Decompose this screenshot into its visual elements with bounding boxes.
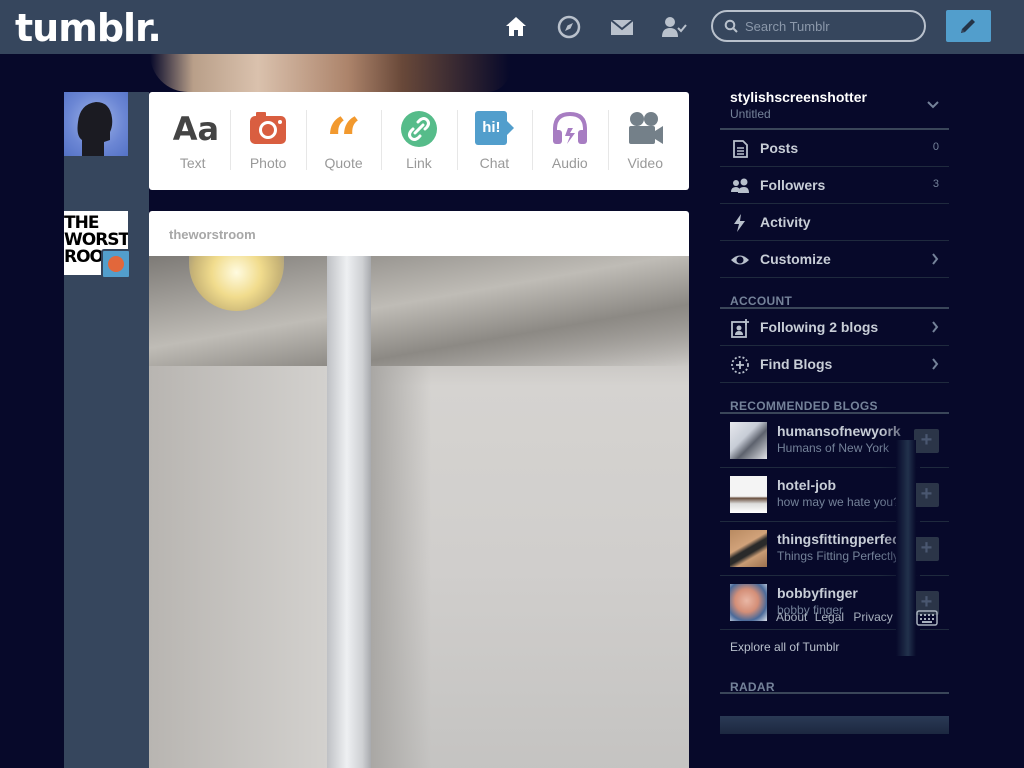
chat-icon-text: hi! (475, 111, 508, 145)
post-type-bar: Aa Text Photo “ Quote Link hi! Chat Audi… (149, 92, 689, 190)
dashboard-post: theworstroom (149, 211, 689, 768)
post-photo[interactable] (149, 256, 689, 768)
radar-post[interactable] (720, 716, 949, 734)
post-type-label: Video (627, 155, 664, 171)
silhouette-avatar-icon (77, 102, 113, 156)
post-type-chat[interactable]: hi! Chat (456, 92, 532, 190)
top-bar: tumblr. (0, 0, 1024, 54)
compose-button[interactable] (946, 10, 991, 42)
sidebar-item-posts[interactable]: Posts 0 (720, 130, 949, 167)
post-type-label: Photo (249, 155, 287, 171)
post-blog-name[interactable]: theworstroom (169, 227, 256, 242)
footer-links: About Legal Privacy (776, 610, 916, 626)
post-type-audio[interactable]: Audio (532, 92, 607, 190)
sidebar-item-following[interactable]: Following 2 blogs (720, 309, 949, 346)
follow-button[interactable]: + (914, 483, 939, 507)
post-type-label: Audio (551, 155, 588, 171)
follow-button[interactable]: + (914, 537, 939, 561)
post-type-label: Quote (324, 155, 363, 171)
recommended-blog-avatar (730, 530, 767, 567)
photo-shadow (371, 366, 431, 768)
post-type-link[interactable]: Link (381, 92, 456, 190)
posts-icon (733, 140, 748, 158)
account-header: ACCOUNT (720, 278, 949, 309)
search-box[interactable] (711, 10, 926, 42)
tumblr-logo[interactable]: tumblr. (15, 6, 162, 50)
recommended-blog-avatar (730, 422, 767, 459)
username: stylishscreenshotter (730, 89, 867, 105)
chevron-right-icon (932, 358, 939, 370)
recommended-blog-avatar (730, 476, 767, 513)
lightning-icon (734, 214, 745, 232)
sidebar-item-label: Posts (760, 140, 799, 156)
following-icon (731, 319, 749, 338)
chevron-right-icon (932, 321, 939, 333)
blog-title: Untitled (730, 107, 771, 121)
followers-count: 3 (932, 178, 939, 190)
compass-icon[interactable] (555, 13, 583, 41)
sidebar-item-find-blogs[interactable]: Find Blogs (720, 346, 949, 383)
footer-about[interactable]: About (776, 610, 807, 624)
recommended-header: RECOMMENDED BLOGS (720, 383, 949, 414)
sidebar-item-followers[interactable]: Followers 3 (720, 167, 949, 204)
blog-switcher[interactable]: stylishscreenshotter Untitled (720, 84, 949, 130)
sidebar-item-customize[interactable]: Customize (720, 241, 949, 278)
pencil-icon (961, 19, 975, 33)
sidebar-item-label: Followers (760, 177, 826, 193)
video-camera-icon (629, 112, 664, 144)
radar-header: RADAR (720, 660, 949, 694)
post-type-photo[interactable]: Photo (230, 92, 305, 190)
search-input[interactable] (745, 16, 915, 36)
search-icon (724, 19, 738, 33)
sidebar-item-label: Following 2 blogs (760, 319, 879, 335)
header-photo (150, 54, 510, 92)
text-post-icon: Aa (172, 110, 220, 148)
photo-pole (327, 256, 371, 768)
post-type-label: Chat (479, 155, 510, 171)
keyboard-icon[interactable] (916, 610, 938, 626)
link-icon (400, 111, 437, 147)
post-type-label: Text (179, 155, 206, 171)
chevron-right-icon (932, 253, 939, 265)
account-icon[interactable] (660, 13, 688, 41)
chat-bubble-tail (507, 121, 515, 135)
sidebar-item-label: Customize (760, 251, 831, 267)
camera-icon (250, 112, 287, 144)
footer-privacy[interactable]: Privacy (853, 610, 892, 624)
footer-legal[interactable]: Legal (815, 610, 844, 624)
post-type-label: Link (406, 155, 432, 171)
sidebar-item-activity[interactable]: Activity (720, 204, 949, 241)
my-avatar[interactable] (64, 92, 128, 156)
post-type-video[interactable]: Video (607, 92, 683, 190)
dashboard-column (64, 92, 149, 768)
recommended-blog-avatar (730, 584, 767, 621)
photo-wall (149, 366, 327, 768)
quote-icon: “ (325, 104, 362, 177)
home-icon[interactable] (502, 13, 530, 41)
follow-button[interactable]: + (914, 429, 939, 453)
headphones-icon (552, 111, 587, 144)
eye-icon (731, 255, 749, 265)
post-type-text[interactable]: Aa Text (155, 92, 230, 190)
find-blogs-icon (731, 356, 749, 374)
sidebar-item-label: Activity (760, 214, 811, 230)
posts-count: 0 (932, 141, 939, 153)
followers-icon (731, 178, 749, 193)
mail-icon[interactable] (608, 13, 636, 41)
chat-icon: hi! (474, 110, 515, 148)
blog-avatar-badge (101, 249, 131, 279)
post-type-quote[interactable]: “ Quote (305, 92, 381, 190)
chevron-down-icon (927, 101, 939, 109)
sidebar-item-label: Find Blogs (760, 356, 833, 372)
